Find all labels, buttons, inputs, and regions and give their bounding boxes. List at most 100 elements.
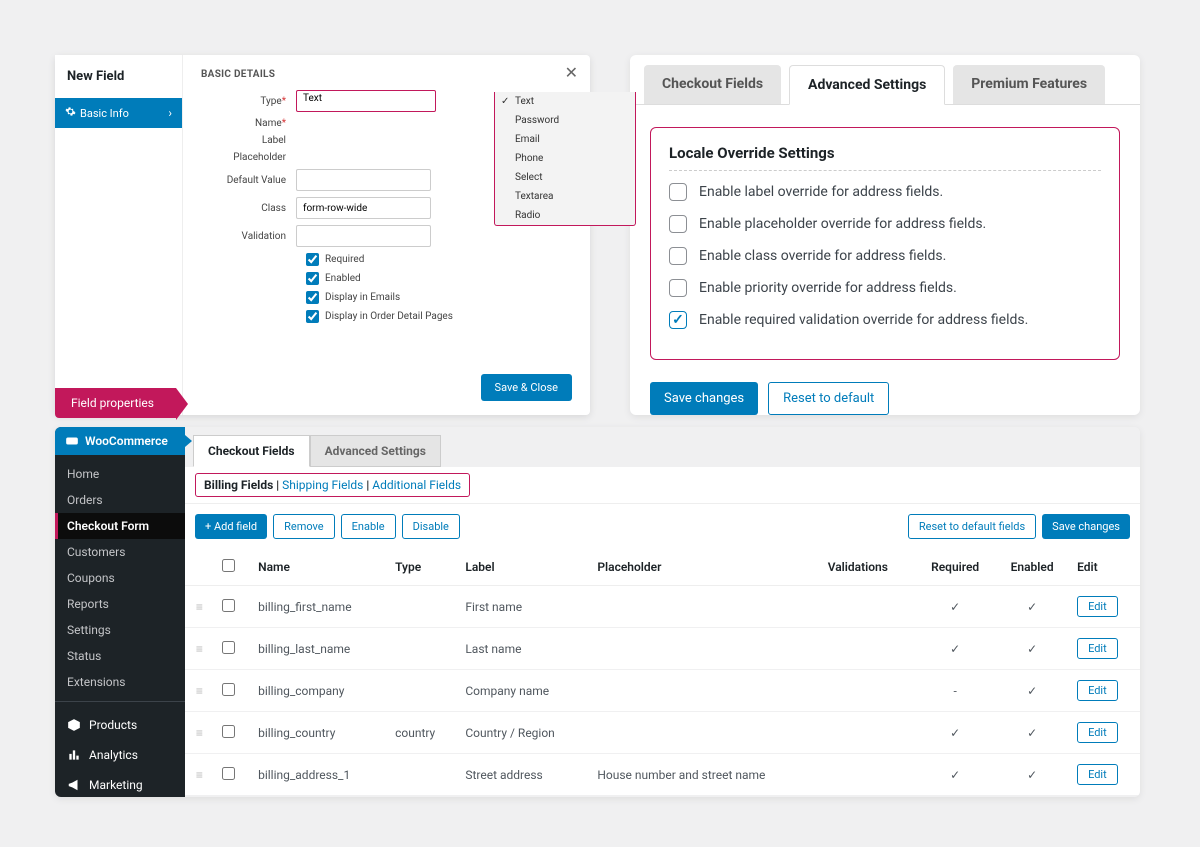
products-icon <box>67 718 81 732</box>
checkbox[interactable] <box>669 183 687 201</box>
type-select[interactable]: Text <box>296 90 436 112</box>
save-changes-button[interactable]: Save changes <box>650 382 758 415</box>
table-toolbar: + Add field Remove Enable Disable Reset … <box>185 503 1140 549</box>
sidebar-item[interactable]: Products <box>55 710 185 740</box>
main-tab[interactable]: Advanced Settings <box>310 435 441 467</box>
sidebar-item[interactable]: Customers <box>55 539 185 565</box>
row-checkbox[interactable] <box>222 641 235 654</box>
checkbox-input[interactable] <box>306 291 319 304</box>
settings-tab[interactable]: Checkout Fields <box>644 65 781 104</box>
reset-default-button[interactable]: Reset to default <box>768 382 889 415</box>
checkbox[interactable] <box>669 279 687 297</box>
table-row: ≡billing_address_1Street addressHouse nu… <box>185 754 1140 796</box>
drag-handle-icon[interactable]: ≡ <box>185 628 214 670</box>
checkbox[interactable] <box>669 247 687 265</box>
row-checkbox[interactable] <box>222 767 235 780</box>
edit-button[interactable]: Edit <box>1077 596 1118 617</box>
checkbox[interactable] <box>669 215 687 233</box>
drag-handle-icon[interactable]: ≡ <box>185 586 214 628</box>
sidebar-item[interactable]: Home <box>55 461 185 487</box>
option-checkbox[interactable]: Display in Emails <box>306 291 572 304</box>
table-row: ≡billing_first_nameFirst name✓✓Edit <box>185 586 1140 628</box>
row-checkbox[interactable] <box>222 725 235 738</box>
disable-button[interactable]: Disable <box>402 514 460 539</box>
save-close-button[interactable]: Save & Close <box>481 374 572 401</box>
sidebar-item[interactable]: Settings <box>55 617 185 643</box>
field-label-type: Type* <box>201 96 296 107</box>
cell-name: billing_country <box>250 712 387 754</box>
remove-button[interactable]: Remove <box>273 514 335 539</box>
main-tab[interactable]: Checkout Fields <box>193 435 310 467</box>
type-option[interactable]: Select <box>495 168 635 187</box>
sidebar-item[interactable]: Reports <box>55 591 185 617</box>
sub-tab[interactable]: Additional Fields <box>372 478 461 492</box>
checkbox-input[interactable] <box>306 253 319 266</box>
analytics-icon <box>67 748 81 762</box>
table-row: ≡billing_last_nameLast name✓✓Edit <box>185 628 1140 670</box>
field-label-default: Default Value <box>201 175 296 186</box>
cell-required: ✓ <box>915 586 995 628</box>
validation-input[interactable] <box>296 225 431 247</box>
type-option[interactable]: Radio <box>495 206 635 225</box>
sidebar-item[interactable]: Orders <box>55 487 185 513</box>
type-dropdown: TextPasswordEmailPhoneSelectTextareaRadi… <box>494 92 636 226</box>
cell-name: billing_company <box>250 670 387 712</box>
type-option[interactable]: Phone <box>495 149 635 168</box>
select-all-checkbox[interactable] <box>222 559 235 572</box>
add-field-button[interactable]: + Add field <box>195 514 267 539</box>
dialog-sidebar: New Field Basic Info › <box>55 55 183 415</box>
edit-button[interactable]: Edit <box>1077 638 1118 659</box>
edit-button[interactable]: Edit <box>1077 764 1118 785</box>
option-checkbox[interactable]: Enabled <box>306 272 572 285</box>
checkbox-input[interactable] <box>306 310 319 323</box>
drag-handle-icon[interactable]: ≡ <box>185 670 214 712</box>
field-properties-dialog: New Field Basic Info › ✕ BASIC DETAILS T… <box>55 55 590 415</box>
checkbox[interactable] <box>669 311 687 329</box>
reset-fields-button[interactable]: Reset to default fields <box>908 514 1036 539</box>
edit-button[interactable]: Edit <box>1077 680 1118 701</box>
sidebar-item[interactable]: Coupons <box>55 565 185 591</box>
sidebar-item[interactable]: Checkout Form <box>55 513 185 539</box>
close-icon[interactable]: ✕ <box>565 63 578 82</box>
settings-tabs: Checkout FieldsAdvanced SettingsPremium … <box>630 55 1140 105</box>
woocommerce-brand[interactable]: WooCommerce <box>55 427 185 455</box>
checkbox-input[interactable] <box>306 272 319 285</box>
sidebar-item[interactable]: Analytics <box>55 740 185 770</box>
class-input[interactable] <box>296 197 431 219</box>
sub-tab[interactable]: Billing Fields <box>204 478 273 492</box>
sidebar-item[interactable]: Status <box>55 643 185 669</box>
type-option[interactable]: Textarea <box>495 187 635 206</box>
option-checkbox[interactable]: Required <box>306 253 572 266</box>
checkout-fields-panel: WooCommerce HomeOrdersCheckout FormCusto… <box>55 427 1140 797</box>
type-option[interactable]: Password <box>495 111 635 130</box>
settings-tab[interactable]: Advanced Settings <box>789 65 945 105</box>
cell-required: ✓ <box>915 628 995 670</box>
column-header: Required <box>915 549 995 586</box>
edit-button[interactable]: Edit <box>1077 722 1118 743</box>
cell-type <box>387 586 457 628</box>
drag-handle-icon[interactable]: ≡ <box>185 712 214 754</box>
row-checkbox[interactable] <box>222 599 235 612</box>
enable-button[interactable]: Enable <box>341 514 396 539</box>
cell-enabled: ✓ <box>995 586 1069 628</box>
override-option: Enable priority override for address fie… <box>669 279 1101 297</box>
option-label: Enable placeholder override for address … <box>699 216 986 232</box>
sidebar-item[interactable]: Marketing <box>55 770 185 797</box>
type-option[interactable]: Email <box>495 130 635 149</box>
column-header: Validations <box>820 549 915 586</box>
option-checkbox[interactable]: Display in Order Detail Pages <box>306 310 572 323</box>
field-label-name: Name* <box>201 118 296 129</box>
default-value-input[interactable] <box>296 169 431 191</box>
settings-tab[interactable]: Premium Features <box>953 65 1105 104</box>
sub-tab[interactable]: Shipping Fields <box>282 478 363 492</box>
cell-name: billing_first_name <box>250 586 387 628</box>
row-checkbox[interactable] <box>222 683 235 696</box>
cell-enabled: ✓ <box>995 628 1069 670</box>
drag-handle-icon[interactable]: ≡ <box>185 754 214 796</box>
cell-placeholder <box>589 586 819 628</box>
sidebar-item[interactable]: Extensions <box>55 669 185 695</box>
column-header: Name <box>250 549 387 586</box>
sidebar-item-basic-info[interactable]: Basic Info › <box>55 98 182 128</box>
save-changes-button[interactable]: Save changes <box>1042 514 1130 539</box>
type-option[interactable]: Text <box>495 92 635 111</box>
